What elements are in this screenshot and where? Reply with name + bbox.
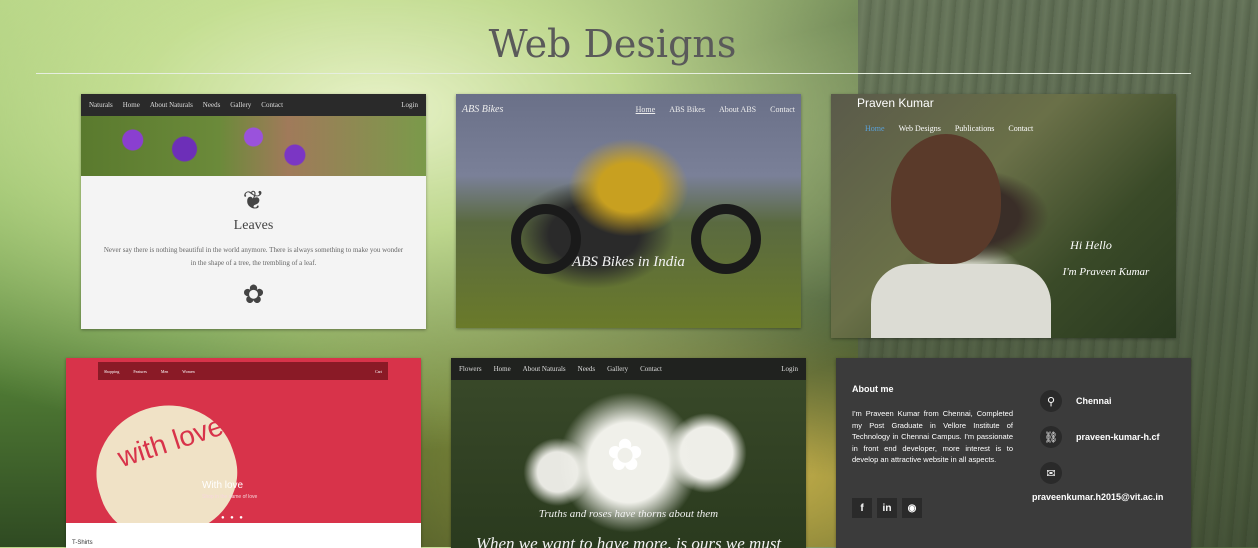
nav-item: Needs [577,365,596,373]
github-icon[interactable]: ◉ [902,498,922,518]
nav-item: Contact [770,105,795,114]
nav-item: Home [865,124,885,133]
card-navbar: Shopping Features Men Women Cart [98,362,388,380]
product-strip: T-Shirts [66,523,421,548]
nav-item: About Naturals [149,101,193,109]
nav-login: Login [401,101,418,109]
about-heading: About me [852,384,894,394]
nav-item: Contact [640,365,662,373]
leaf-icon: ❦ [242,186,265,215]
nav-item: Gallery [230,101,252,109]
card-navbar: ABS Bikes Home ABS Bikes About ABS Conta… [456,94,801,125]
hero-caption: Truths and roses have thorns about them [538,508,719,520]
carousel-dots: ● ● ● [221,515,245,521]
nav-item: Contact [261,101,284,109]
hero-caption: ABS Bikes in India [572,254,685,270]
nav-logo: Naturals [89,101,113,109]
flower-icon: ✿ [606,431,644,480]
design-card-shopping[interactable]: Shopping Features Men Women Cart with lo… [66,358,421,548]
nav-item: Publications [954,124,995,133]
nav-item: Home [493,365,511,373]
greeting-line-1: Hi Hello [1070,238,1112,252]
nav-login: Login [781,365,798,373]
nav-item: Men [160,368,169,374]
portrait-shirt [871,264,1051,338]
design-card-portfolio[interactable]: Praven Kumar Home Web Designs Publicatio… [831,94,1176,338]
nav-item: Features [133,368,147,374]
design-card-abs-bikes[interactable]: ABS Bikes Home ABS Bikes About ABS Conta… [456,94,801,328]
hero-image-flowers [81,116,426,176]
design-card-naturals[interactable]: Naturals Home About Naturals Needs Galle… [81,94,426,329]
product-label: T-Shirts [72,540,93,546]
location-pin-icon: ⚲ [1040,390,1062,412]
page-title: Web Designs [488,22,737,66]
nav-logo: ABS Bikes [462,104,504,115]
nav-item: ABS Bikes [669,105,705,114]
card-navbar: Home Web Designs Publications Contact [865,124,1033,133]
nav-item: Gallery [607,365,629,373]
linkedin-icon[interactable]: in [877,498,897,518]
contact-website[interactable]: praveen-kumar-h.cf [1076,432,1160,442]
nav-item: Needs [202,101,221,109]
facebook-icon[interactable]: f [852,498,872,518]
nav-logo: Flowers [459,365,482,373]
nav-item: About Naturals [522,365,566,373]
nav-cart: Cart [375,368,382,374]
site-name: Praven Kumar [857,96,934,110]
nav-item: Web Designs [898,124,941,133]
design-card-flowers[interactable]: Flowers Home About Naturals Needs Galler… [451,358,806,548]
portrait-image [891,134,1001,264]
design-card-about[interactable]: About me I'm Praveen Kumar from Chennai,… [836,358,1191,548]
title-divider [36,73,1191,74]
about-paragraph: I'm Praveen Kumar from Chennai, Complete… [852,409,1013,464]
flower-icon: ✿ [242,280,265,309]
greeting-line-2: I'm Praveen Kumar [1062,266,1150,278]
link-icon: ⛓ [1040,426,1062,448]
envelope-icon: ✉ [1040,462,1062,484]
nav-item: Women [182,368,195,374]
card-heading: Leaves [233,218,274,233]
social-links: f in ◉ [852,498,922,518]
contact-email[interactable]: praveenkumar.h2015@vit.ac.in [1032,492,1163,502]
hero-caption-large: When we want to have more, is ours we mu… [475,534,782,548]
nav-logo: Shopping [104,368,120,374]
hero-caption: With love [202,480,244,491]
nav-item: Home [635,105,656,114]
nav-item: Contact [1008,124,1034,133]
card-navbar: Flowers Home About Naturals Needs Galler… [451,358,806,380]
hero-subcaption: Shop in the name of love [202,494,258,500]
contact-location: Chennai [1076,396,1112,406]
card-paragraph: Never say there is nothing beautiful in … [103,246,404,267]
card-navbar: Naturals Home About Naturals Needs Galle… [81,94,426,116]
nav-item: Home [122,101,140,109]
nav-item: About ABS [718,105,757,114]
